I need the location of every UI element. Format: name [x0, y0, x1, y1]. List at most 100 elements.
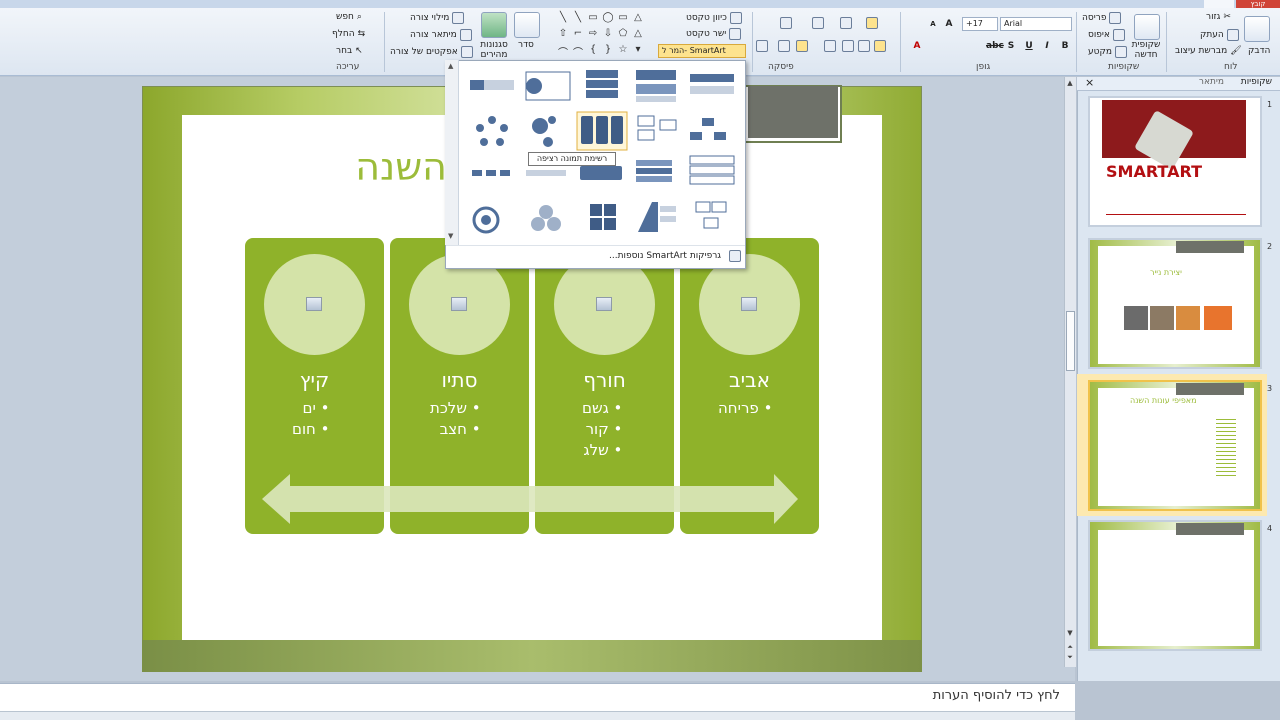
reset-button[interactable]: איפוס: [1088, 29, 1125, 41]
section-button[interactable]: מקטע: [1088, 46, 1127, 58]
double-arrow-shape[interactable]: [262, 472, 802, 526]
quick-styles-button[interactable]: סגנונות מהירים: [474, 40, 514, 60]
prev-slide-icon[interactable]: ⏶: [1065, 643, 1075, 652]
text-direction-button[interactable]: כיוון טקסט: [686, 12, 742, 24]
slide-thumbnail-4[interactable]: [1088, 520, 1262, 651]
brace-shape-icon[interactable]: }: [601, 44, 615, 59]
replace-button[interactable]: החלף ⇆: [332, 29, 365, 39]
paste-button[interactable]: הדבק: [1248, 46, 1270, 56]
panel-title[interactable]: קיץ: [245, 368, 384, 392]
close-pane-icon[interactable]: ×: [1085, 76, 1094, 89]
find-button[interactable]: חפש ⌕: [336, 12, 362, 22]
panel-title[interactable]: סתיו: [390, 368, 529, 392]
layout-item-7[interactable]: [532, 116, 556, 147]
panel-title[interactable]: חורף: [535, 368, 674, 392]
tab-home[interactable]: [1204, 0, 1234, 8]
layout-button[interactable]: פריסה: [1082, 12, 1122, 24]
picture-icon[interactable]: [306, 297, 322, 311]
layout-item-17[interactable]: [531, 205, 561, 231]
shape-fill-button[interactable]: מילוי צורה: [410, 12, 465, 24]
bold-button[interactable]: B: [1058, 39, 1072, 53]
more-shapes-icon[interactable]: ▾: [631, 44, 645, 59]
scroll-down-icon[interactable]: ▼: [448, 232, 453, 240]
shapes-gallery[interactable]: ╲ ╲ ▭ ◯ ▭ △ ⇧ ⌐ ⇨ ⇩ ⬠ △ ⌒ ⌒{} ☆ ▾: [556, 12, 650, 60]
layout-item-18[interactable]: [590, 204, 616, 230]
layout-item-13[interactable]: [580, 166, 622, 180]
triangle-shape-icon[interactable]: △: [631, 28, 645, 43]
bullets-icon[interactable]: [866, 17, 878, 29]
line-shape-icon[interactable]: ╲: [571, 12, 585, 27]
decrease-indent-icon[interactable]: [812, 17, 824, 29]
gallery-scrollbar[interactable]: ▲ ▼: [445, 60, 459, 245]
pentagon-shape-icon[interactable]: ⬠: [616, 28, 630, 43]
scroll-up-icon[interactable]: ▲: [448, 62, 453, 70]
layout-item-4[interactable]: [636, 70, 676, 102]
shrink-font-button[interactable]: A: [926, 17, 940, 31]
layout-item-15[interactable]: [689, 155, 735, 185]
arrange-icon[interactable]: [514, 12, 540, 38]
brace-shape-icon[interactable]: {: [586, 44, 600, 59]
arrow-shape-icon[interactable]: ⇧: [556, 28, 570, 43]
font-name-box[interactable]: Arial: [1000, 17, 1072, 31]
panel-bullets[interactable]: • שלכת • חצב: [430, 398, 481, 440]
connector-shape-icon[interactable]: ⌐: [571, 28, 585, 43]
align-right-icon[interactable]: [874, 40, 886, 52]
oval-shape-icon[interactable]: ◯: [601, 12, 615, 27]
panel-bullets[interactable]: • גשם • קור • שלג: [582, 398, 622, 461]
cut-button[interactable]: גזור ✂: [1206, 12, 1231, 22]
layout-item-2[interactable]: [525, 71, 571, 101]
layout-item-6[interactable]: [476, 116, 508, 146]
copy-button[interactable]: העתק: [1200, 29, 1239, 41]
tab-file[interactable]: קובץ: [1236, 0, 1280, 8]
format-painter-button[interactable]: מברשת עיצוב 🖌: [1175, 46, 1242, 56]
shape-effects-button[interactable]: אפקטים של צורה: [390, 46, 473, 58]
font-color-button[interactable]: A: [910, 39, 924, 53]
justify-icon[interactable]: [824, 40, 836, 52]
horizontal-scrollbar[interactable]: [0, 711, 1075, 720]
slide-title[interactable]: השנה: [355, 145, 447, 189]
slide-vertical-scrollbar[interactable]: ▲ ▼ ⏶ ⏷: [1064, 77, 1076, 667]
layout-item-8[interactable]: [581, 116, 623, 144]
layout-item-20[interactable]: [695, 201, 727, 229]
panel-bullets[interactable]: • פריחה: [718, 398, 772, 419]
arrow-shape-icon[interactable]: ⇨: [586, 28, 600, 43]
curve-shape-icon[interactable]: ⌒: [571, 44, 585, 59]
shadow-button[interactable]: S: [1004, 39, 1018, 53]
layout-item-16[interactable]: [472, 206, 500, 234]
strikethrough-button[interactable]: abc: [986, 39, 1004, 53]
columns-icon[interactable]: [756, 40, 768, 52]
layout-item-11[interactable]: [472, 170, 510, 176]
slide-thumbnail-2[interactable]: יצירת נייר: [1088, 238, 1262, 369]
layout-item-5[interactable]: [690, 74, 734, 94]
notes-placeholder[interactable]: לחץ כדי להוסיף הערות: [933, 688, 1060, 703]
slide-thumbnail-1[interactable]: SMARTART: [1088, 96, 1262, 227]
next-slide-icon[interactable]: ⏷: [1065, 653, 1075, 662]
arrow-shape-icon[interactable]: ⇩: [601, 28, 615, 43]
slide-thumbnail-3[interactable]: מאפיפי עונות השנה: [1088, 380, 1262, 511]
align-center-icon[interactable]: [858, 40, 870, 52]
grow-font-button[interactable]: A: [942, 17, 956, 31]
convert-to-smartart-button[interactable]: המר ל- SmartArt: [658, 44, 746, 58]
new-slide-button[interactable]: שקופית חדשה: [1128, 40, 1164, 60]
star-shape-icon[interactable]: ☆: [616, 44, 630, 59]
rect-shape-icon[interactable]: ▭: [616, 12, 630, 27]
paste-icon[interactable]: [1244, 16, 1270, 42]
panel-bullets[interactable]: • ים • חום: [292, 398, 329, 440]
new-slide-icon[interactable]: [1134, 14, 1160, 40]
underline-button[interactable]: U: [1022, 39, 1036, 53]
font-size-box[interactable]: +17: [962, 17, 998, 31]
quick-styles-icon[interactable]: [481, 12, 507, 38]
panel-title[interactable]: אביב: [680, 368, 819, 392]
rect-shape-icon[interactable]: ▭: [586, 12, 600, 27]
increase-indent-icon[interactable]: [780, 17, 792, 29]
picture-icon[interactable]: [451, 297, 467, 311]
align-left-icon[interactable]: [842, 40, 854, 52]
tab-outline[interactable]: מיתאר: [1199, 77, 1224, 87]
ltr-icon[interactable]: [778, 40, 790, 52]
scroll-thumb[interactable]: [1066, 311, 1075, 371]
line-shape-icon[interactable]: ╲: [556, 12, 570, 27]
picture-icon[interactable]: [741, 297, 757, 311]
scroll-down-icon[interactable]: ▼: [1065, 629, 1075, 637]
italic-button[interactable]: I: [1040, 39, 1054, 53]
layout-item-3[interactable]: [586, 70, 618, 98]
